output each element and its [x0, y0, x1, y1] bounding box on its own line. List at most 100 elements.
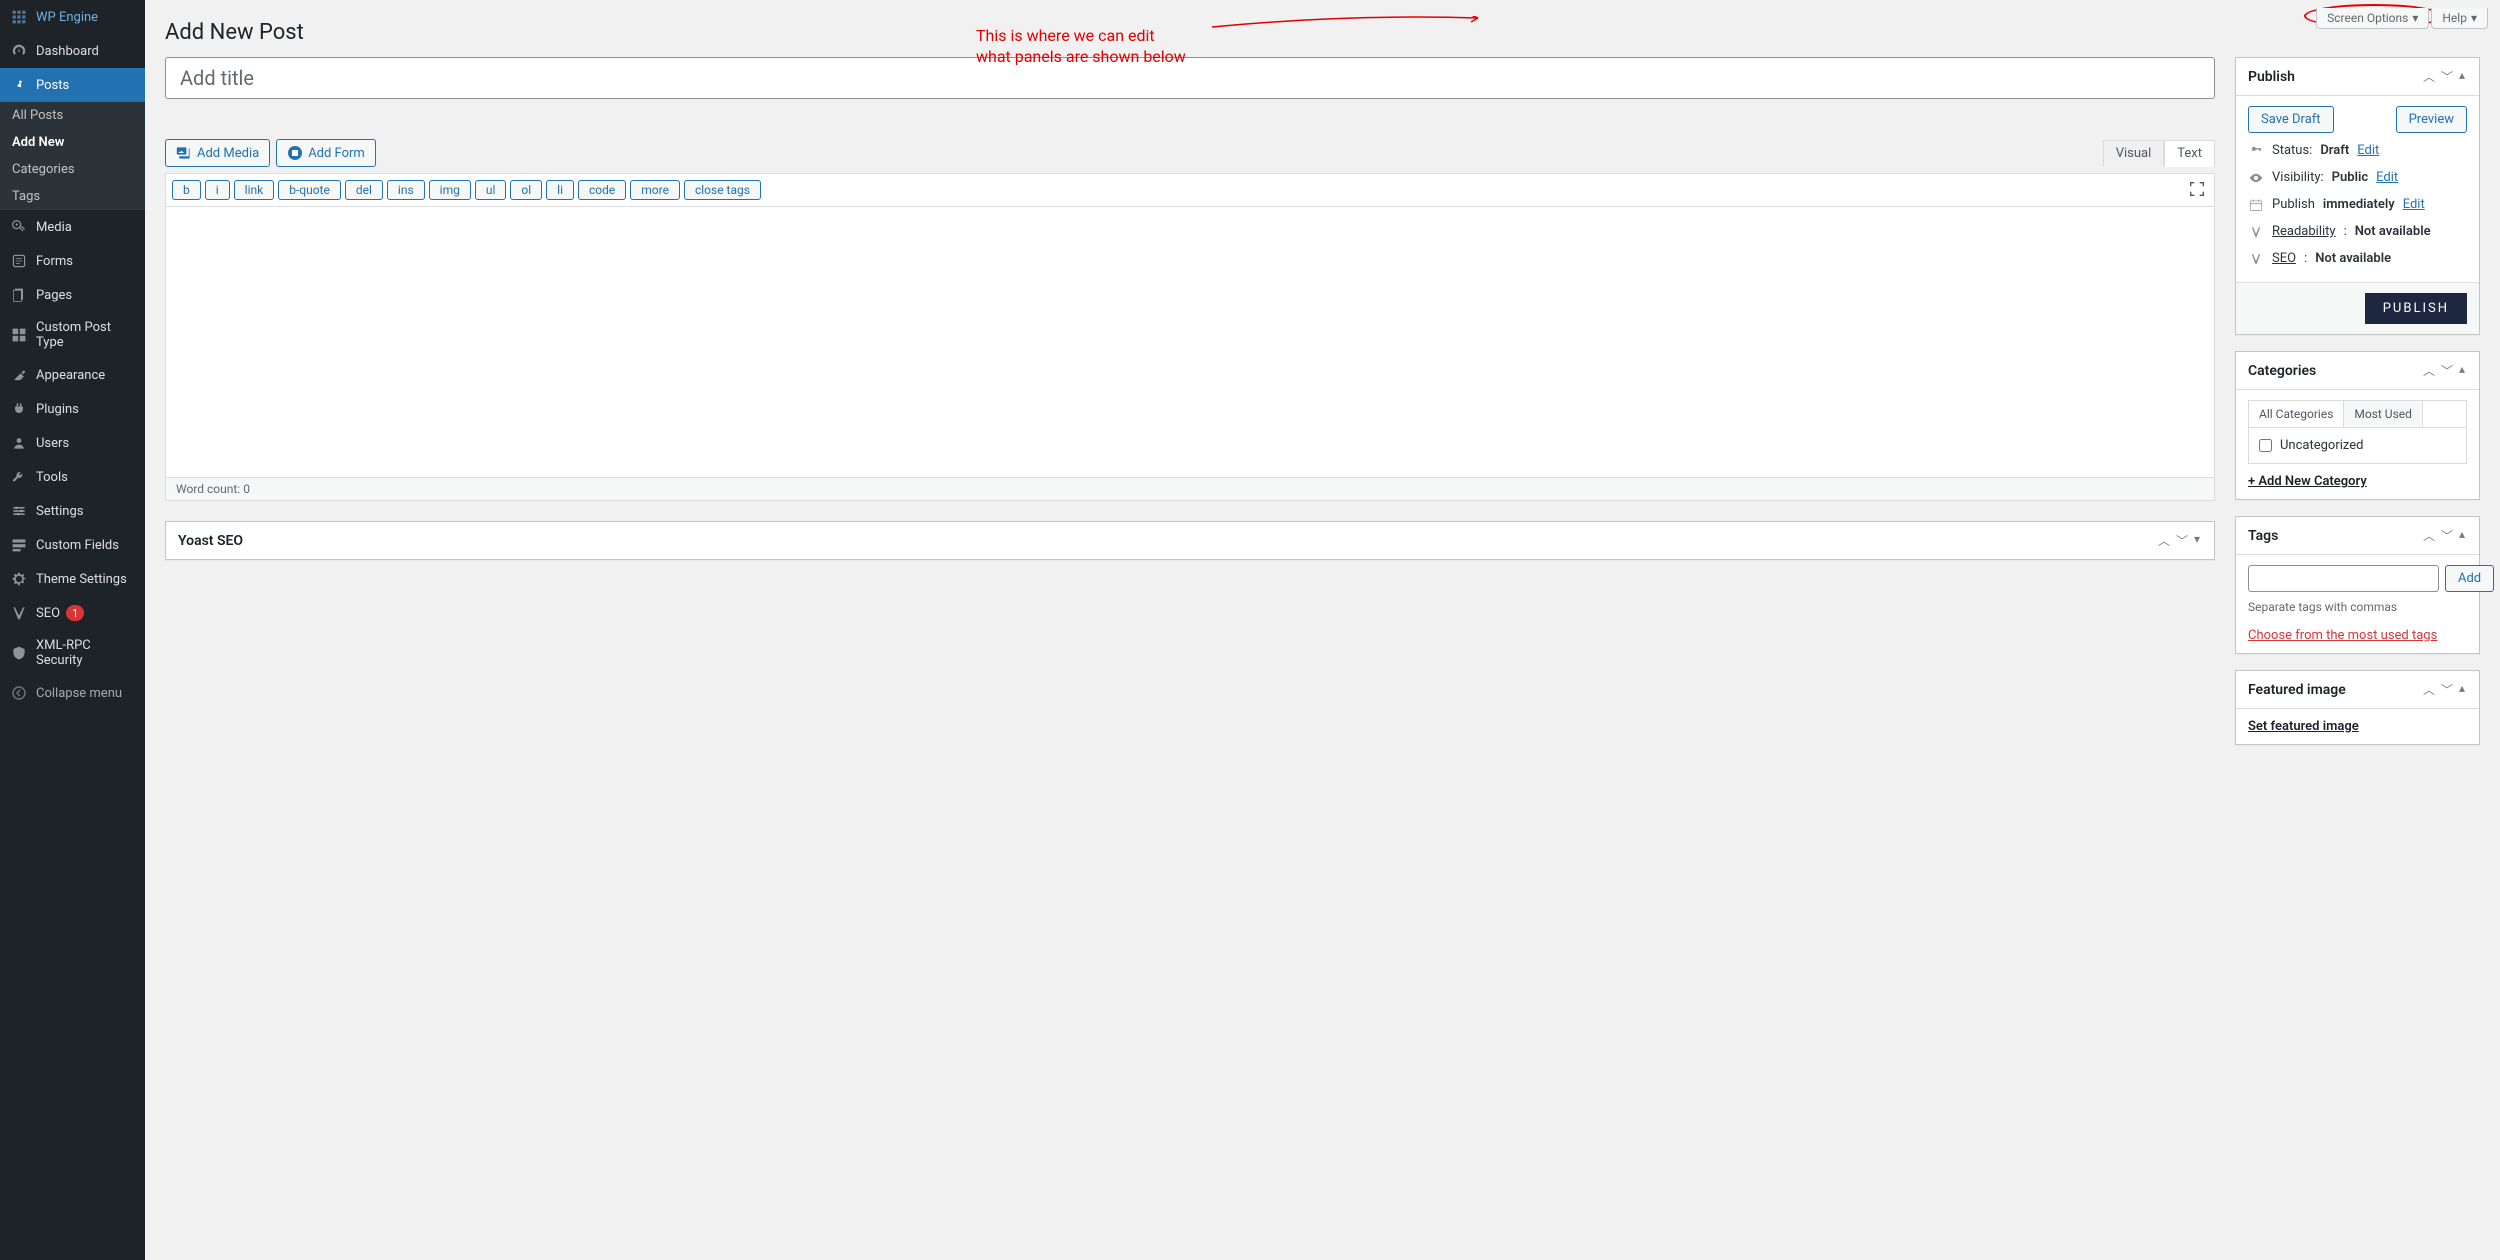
sidebar-subitem-all-posts[interactable]: All Posts [0, 102, 145, 129]
sidebar-item-media[interactable]: Media [0, 210, 145, 244]
wpengine-icon [10, 8, 28, 26]
move-down-icon[interactable]: ﹀ [2439, 681, 2455, 698]
yoast-seo-metabox: Yoast SEO ︿ ﹀ ▾ [165, 521, 2215, 560]
sidebar-item-custom-post-type[interactable]: Custom Post Type [0, 312, 145, 358]
set-featured-image-link[interactable]: Set featured image [2248, 719, 2359, 734]
forms-icon [10, 252, 28, 270]
sidebar-subitem-categories[interactable]: Categories [0, 156, 145, 183]
move-up-icon[interactable]: ︿ [2421, 362, 2437, 379]
screen-options-button[interactable]: Screen Options ▾ [2316, 8, 2429, 29]
sidebar-item-plugins[interactable]: Plugins [0, 392, 145, 426]
toggle-icon[interactable]: ▴ [2457, 681, 2467, 698]
sidebar-item-settings[interactable]: Settings [0, 494, 145, 528]
add-media-button[interactable]: Add Media [165, 139, 270, 167]
eye-icon [2248, 171, 2264, 185]
editor-statusbar: Word count: 0 [166, 477, 2214, 500]
edit-status-link[interactable]: Edit [2357, 143, 2379, 158]
save-draft-button[interactable]: Save Draft [2248, 106, 2334, 133]
sidebar-item-theme-settings[interactable]: Theme Settings [0, 562, 145, 596]
sidebar-subitem-tags[interactable]: Tags [0, 183, 145, 210]
category-option[interactable]: Uncategorized [2259, 438, 2456, 453]
users-icon [10, 434, 28, 452]
editor-tab-visual[interactable]: Visual [2103, 140, 2165, 167]
caret-down-icon: ▾ [2471, 11, 2477, 25]
sidebar-subitem-add-new[interactable]: Add New [0, 129, 145, 156]
dashboard-icon [10, 42, 28, 60]
add-new-category-link[interactable]: + Add New Category [2248, 474, 2367, 489]
fields-icon [10, 536, 28, 554]
quicktag-code[interactable]: code [578, 180, 626, 200]
help-button[interactable]: Help ▾ [2431, 8, 2488, 29]
yoast-icon [2248, 225, 2264, 239]
plugins-icon [10, 400, 28, 418]
preview-button[interactable]: Preview [2396, 106, 2467, 133]
edit-schedule-link[interactable]: Edit [2403, 197, 2425, 212]
toggle-icon[interactable]: ▴ [2457, 362, 2467, 379]
sidebar-item-custom-fields[interactable]: Custom Fields [0, 528, 145, 562]
media-icon [176, 145, 192, 161]
quicktag-b-quote[interactable]: b-quote [278, 180, 341, 200]
categories-metabox: Categories ︿ ﹀ ▴ All Categories Most Use… [2235, 351, 2480, 500]
tags-metabox: Tags ︿ ﹀ ▴ Add Separate tags with commas [2235, 516, 2480, 654]
quicktag-del[interactable]: del [345, 180, 383, 200]
sidebar-item-tools[interactable]: Tools [0, 460, 145, 494]
post-title-input[interactable] [165, 57, 2215, 99]
page-title: Add New Post [165, 0, 2480, 57]
sidebar-item-users[interactable]: Users [0, 426, 145, 460]
move-up-icon[interactable]: ︿ [2156, 532, 2172, 549]
quicktag-b[interactable]: b [172, 180, 201, 200]
quicktag-img[interactable]: img [429, 180, 471, 200]
toggle-icon[interactable]: ▴ [2457, 68, 2467, 85]
categories-tab-all[interactable]: All Categories [2249, 401, 2344, 427]
form-icon [287, 145, 303, 161]
categories-tab-most-used[interactable]: Most Used [2344, 401, 2423, 427]
move-up-icon[interactable]: ︿ [2421, 68, 2437, 85]
sidebar-item-pages[interactable]: Pages [0, 278, 145, 312]
move-up-icon[interactable]: ︿ [2421, 681, 2437, 698]
publish-button[interactable]: PUBLISH [2365, 293, 2467, 324]
sidebar-item-dashboard[interactable]: Dashboard [0, 34, 145, 68]
screen-meta-links: Screen Options ▾ Help ▾ [2316, 8, 2488, 29]
media-icon [10, 218, 28, 236]
sidebar-item-seo[interactable]: SEO1 [0, 596, 145, 630]
fullscreen-icon[interactable] [2188, 180, 2206, 198]
move-up-icon[interactable]: ︿ [2421, 527, 2437, 544]
quicktag-link[interactable]: link [234, 180, 275, 200]
sidebar-item-xml-rpc-security[interactable]: XML-RPC Security [0, 630, 145, 676]
pin-icon [10, 76, 28, 94]
move-down-icon[interactable]: ﹀ [2174, 532, 2190, 549]
content-textarea[interactable] [166, 207, 2214, 477]
quicktag-ol[interactable]: ol [510, 180, 542, 200]
move-down-icon[interactable]: ﹀ [2439, 362, 2455, 379]
edit-visibility-link[interactable]: Edit [2376, 170, 2398, 185]
quicktag-i[interactable]: i [205, 180, 230, 200]
add-form-button[interactable]: Add Form [276, 139, 376, 167]
badge: 1 [66, 605, 84, 621]
sidebar-item-forms[interactable]: Forms [0, 244, 145, 278]
appearance-icon [10, 366, 28, 384]
toggle-icon[interactable]: ▾ [2192, 532, 2202, 549]
quicktag-close-tags[interactable]: close tags [684, 180, 761, 200]
collapse-menu[interactable]: Collapse menu [0, 676, 145, 710]
caret-down-icon: ▾ [2412, 11, 2418, 25]
move-down-icon[interactable]: ﹀ [2439, 68, 2455, 85]
category-checkbox[interactable] [2259, 439, 2272, 452]
sidebar-item-posts[interactable]: Posts [0, 68, 145, 102]
sidebar-item-appearance[interactable]: Appearance [0, 358, 145, 392]
editor-tab-text[interactable]: Text [2164, 140, 2215, 167]
key-icon [2248, 144, 2264, 158]
move-down-icon[interactable]: ﹀ [2439, 527, 2455, 544]
sidebar-item-wp-engine[interactable]: WP Engine [0, 0, 145, 34]
quicktag-more[interactable]: more [630, 180, 680, 200]
quicktag-ins[interactable]: ins [387, 180, 425, 200]
toggle-icon[interactable]: ▴ [2457, 527, 2467, 544]
add-tag-button[interactable]: Add [2445, 565, 2494, 592]
yoast-title: Yoast SEO [178, 533, 243, 549]
shield-icon [10, 644, 28, 662]
collapse-label: Collapse menu [36, 686, 122, 701]
tools-icon [10, 468, 28, 486]
quicktag-ul[interactable]: ul [475, 180, 507, 200]
choose-tags-link[interactable]: Choose from the most used tags [2248, 628, 2437, 643]
quicktag-li[interactable]: li [546, 180, 574, 200]
tag-input[interactable] [2248, 565, 2439, 592]
